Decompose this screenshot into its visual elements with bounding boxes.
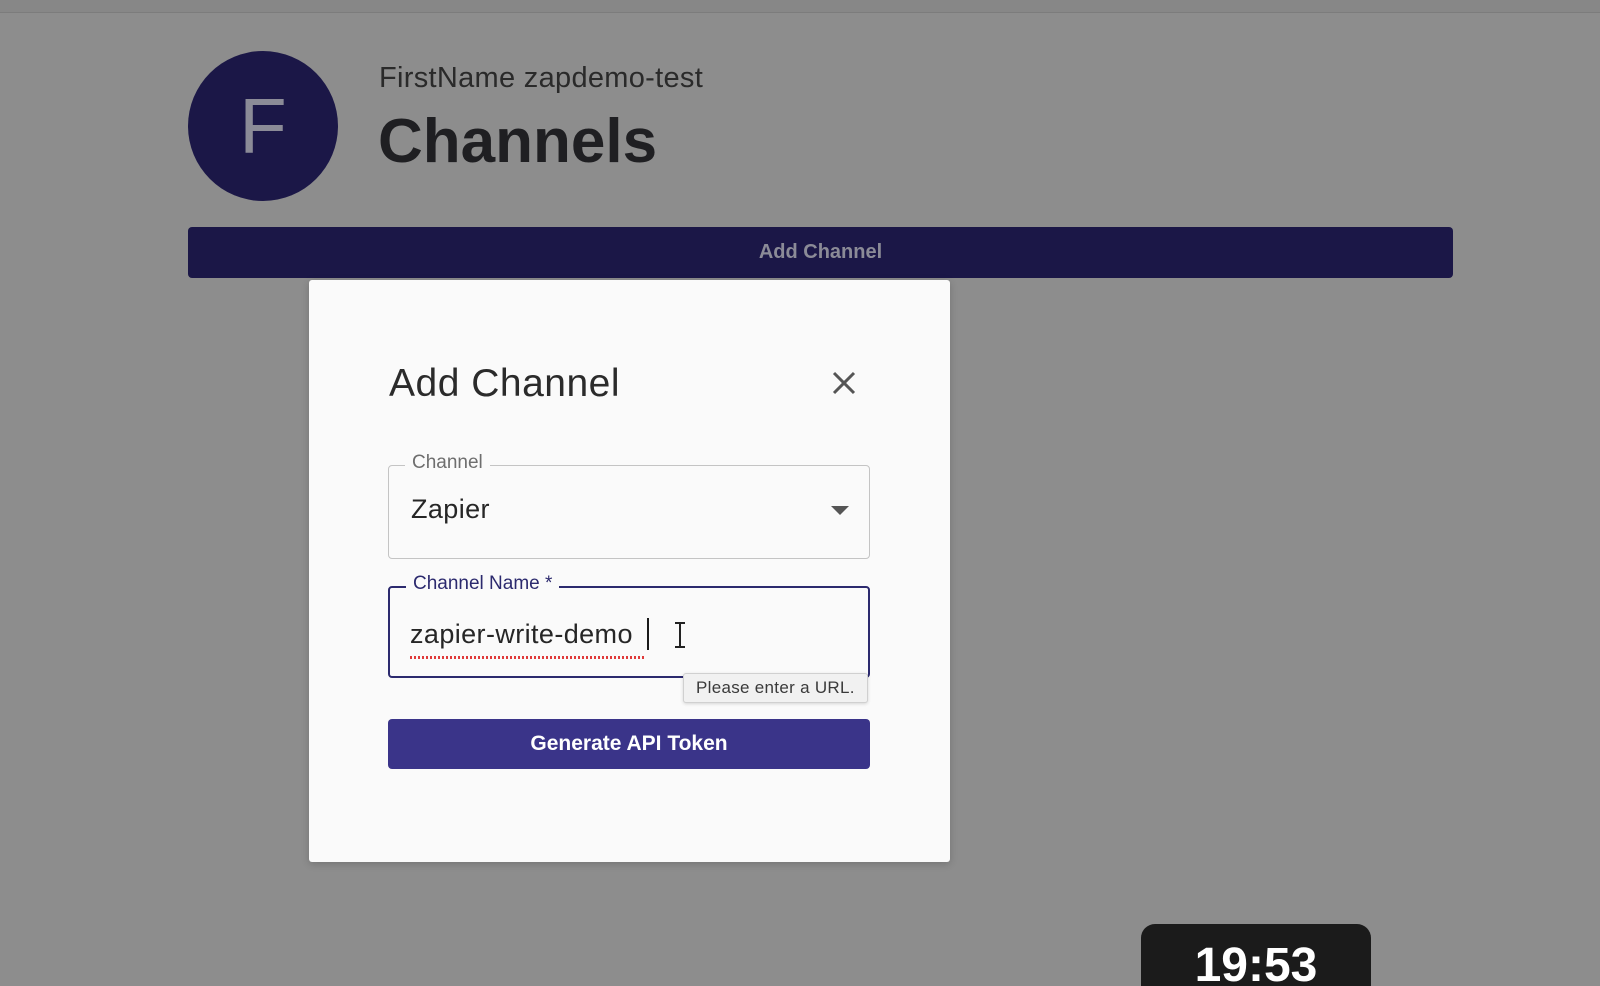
channel-name-input[interactable]	[410, 614, 830, 654]
modal-title: Add Channel	[389, 362, 621, 405]
top-divider	[0, 0, 1600, 13]
validation-tooltip: Please enter a URL.	[683, 673, 868, 703]
channel-select-value: Zapier	[411, 494, 490, 524]
channel-name-field[interactable]: Channel Name *	[388, 572, 870, 678]
generate-api-token-button[interactable]: Generate API Token	[388, 719, 870, 769]
channel-name-label: Channel Name *	[406, 572, 560, 596]
avatar: F	[188, 51, 338, 201]
page-title: Channels	[378, 107, 658, 176]
close-icon[interactable]	[829, 368, 859, 398]
text-caret	[647, 618, 649, 650]
channel-select[interactable]: Channel Zapier	[388, 451, 870, 559]
add-channel-button[interactable]: Add Channel	[188, 227, 1453, 278]
add-channel-modal: Add Channel Channel Zapier Channel Name …	[309, 280, 950, 862]
channel-label: Channel	[405, 451, 490, 475]
spellcheck-underline	[410, 656, 645, 659]
text-cursor-icon	[673, 620, 687, 650]
timer-badge: 19:53	[1141, 924, 1371, 986]
username-label: FirstName zapdemo-test	[379, 62, 704, 94]
chevron-down-icon[interactable]	[831, 506, 849, 515]
